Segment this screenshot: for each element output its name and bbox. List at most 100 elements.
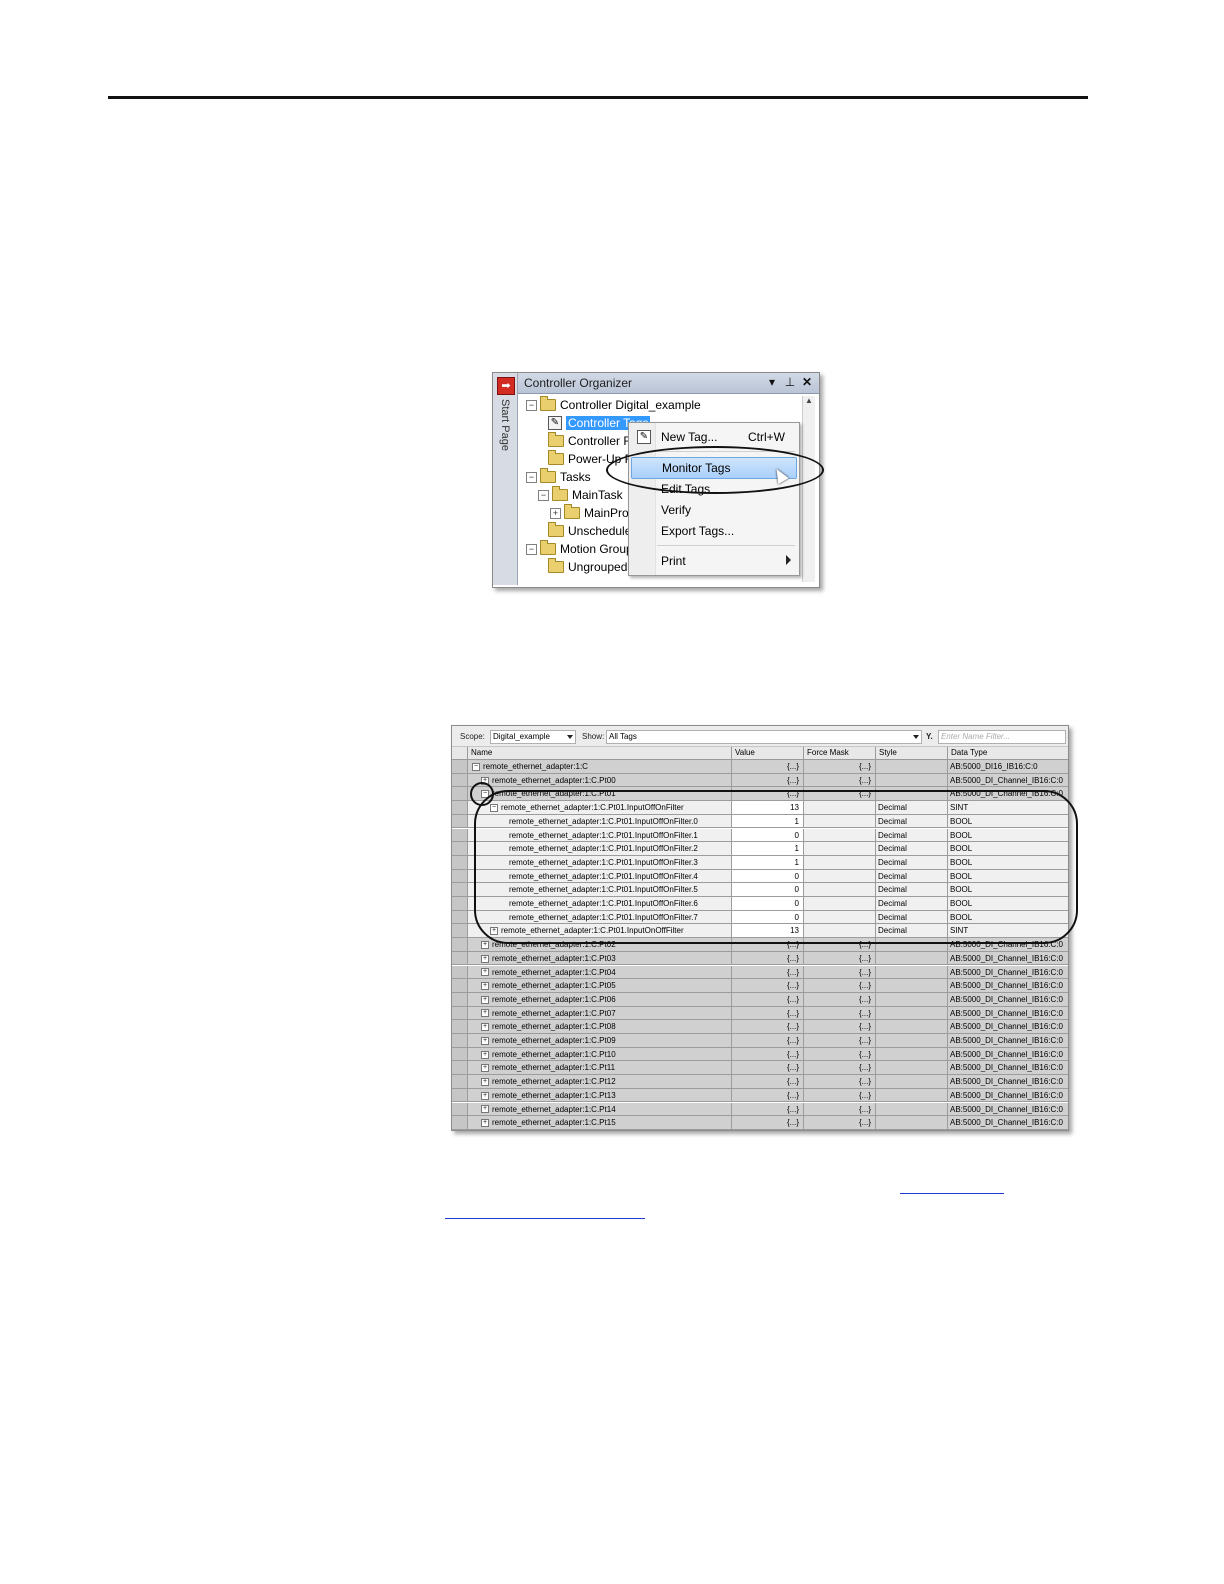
close-icon[interactable]: ✕: [800, 375, 814, 389]
row-selector[interactable]: [452, 951, 468, 965]
collapse-icon[interactable]: −: [472, 762, 480, 771]
tag-style-cell[interactable]: [876, 951, 948, 965]
row-selector[interactable]: [452, 1088, 468, 1102]
tree-item-ungrouped[interactable]: Ungrouped: [548, 558, 627, 576]
tree-item-motion-groups[interactable]: − Motion Groups: [526, 540, 639, 558]
table-row[interactable]: + remote_ethernet_adapter:1:C.Pt12 {...} {.…: [452, 1075, 1068, 1089]
name-filter-input[interactable]: Enter Name Filter...: [938, 730, 1066, 744]
tag-name-cell[interactable]: + remote_ethernet_adapter:1:C.Pt12: [468, 1075, 732, 1088]
expand-icon[interactable]: +: [481, 1009, 489, 1018]
tag-force-mask-cell[interactable]: {...}: [804, 1088, 876, 1102]
tag-style-cell[interactable]: [876, 1061, 948, 1075]
row-selector[interactable]: [452, 883, 468, 896]
row-selector[interactable]: [452, 787, 468, 801]
tag-name-cell[interactable]: + remote_ethernet_adapter:1:C.Pt03: [468, 951, 732, 965]
expand-icon[interactable]: +: [481, 1023, 489, 1032]
row-selector[interactable]: [452, 924, 468, 938]
menu-item-export-tags[interactable]: Export Tags...: [631, 521, 797, 541]
tag-force-mask-cell[interactable]: {...}: [804, 1061, 876, 1075]
tag-data-type-cell[interactable]: AB:5000_DI_Channel_IB16:C:0: [948, 952, 1068, 965]
table-row[interactable]: + remote_ethernet_adapter:1:C.Pt05 {...} {.…: [452, 979, 1068, 993]
expand-icon[interactable]: +: [481, 1036, 489, 1045]
tag-value-cell[interactable]: {...}: [732, 773, 804, 787]
tag-data-type-cell[interactable]: AB:5000_DI_Channel_IB16:C:0: [948, 1034, 1068, 1047]
table-row[interactable]: + remote_ethernet_adapter:1:C.Pt03 {...} {.…: [452, 951, 1068, 966]
row-selector[interactable]: [452, 979, 468, 992]
tag-style-cell[interactable]: [876, 1020, 948, 1033]
tag-name-cell[interactable]: + remote_ethernet_adapter:1:C.Pt08: [468, 1020, 732, 1033]
table-row[interactable]: + remote_ethernet_adapter:1:C.Pt07 {...} {.…: [452, 1006, 1068, 1021]
tag-style-cell[interactable]: [876, 965, 948, 979]
tag-style-cell[interactable]: [876, 760, 948, 773]
tag-style-cell[interactable]: [876, 1047, 948, 1061]
start-page-tab[interactable]: Start Page: [497, 397, 511, 453]
expand-icon[interactable]: +: [481, 1050, 489, 1059]
table-row[interactable]: + remote_ethernet_adapter:1:C.Pt14 {...} {.…: [452, 1102, 1068, 1117]
tag-data-type-cell[interactable]: AB:5000_DI_Channel_IB16:C:0: [948, 993, 1068, 1006]
tag-style-cell[interactable]: [876, 1034, 948, 1047]
tag-force-mask-cell[interactable]: {...}: [804, 1034, 876, 1047]
show-select[interactable]: All Tags: [606, 730, 922, 744]
expand-icon[interactable]: +: [481, 982, 489, 991]
tree-item-tasks[interactable]: − Tasks: [526, 468, 591, 486]
tag-data-type-cell[interactable]: AB:5000_DI_Channel_IB16:C:0: [948, 1116, 1068, 1129]
tag-style-cell[interactable]: [876, 1088, 948, 1102]
tag-value-cell[interactable]: {...}: [732, 1102, 804, 1116]
tag-data-type-cell[interactable]: AB:5000_DI_Channel_IB16:C:0: [948, 979, 1068, 992]
table-row[interactable]: + remote_ethernet_adapter:1:C.Pt06 {...} {.…: [452, 992, 1068, 1007]
filter-icon[interactable]: Y.: [926, 732, 933, 741]
tag-style-cell[interactable]: [876, 992, 948, 1006]
tag-style-cell[interactable]: [876, 1102, 948, 1116]
expand-icon[interactable]: +: [481, 940, 489, 949]
row-selector[interactable]: [452, 1034, 468, 1047]
scroll-up-icon[interactable]: ▲: [803, 396, 815, 408]
tag-style-cell[interactable]: [876, 979, 948, 992]
start-page-icon[interactable]: ➡: [497, 377, 515, 395]
table-row[interactable]: + remote_ethernet_adapter:1:C.Pt10 {...} {.…: [452, 1047, 1068, 1062]
row-selector[interactable]: [452, 1116, 468, 1129]
tag-force-mask-cell[interactable]: {...}: [804, 1006, 876, 1020]
row-selector[interactable]: [452, 828, 468, 842]
tag-force-mask-cell[interactable]: {...}: [804, 1102, 876, 1116]
row-selector[interactable]: [452, 814, 468, 828]
tag-name-cell[interactable]: + remote_ethernet_adapter:1:C.Pt04: [468, 965, 732, 979]
column-header-name[interactable]: Name: [468, 747, 732, 759]
tag-data-type-cell[interactable]: AB:5000_DI_Channel_IB16:C:0: [948, 1103, 1068, 1116]
table-row[interactable]: + remote_ethernet_adapter:1:C.Pt04 {...} {.…: [452, 965, 1068, 980]
tag-style-cell[interactable]: [876, 1006, 948, 1020]
tag-value-cell[interactable]: {...}: [732, 965, 804, 979]
hyperlink-underline[interactable]: [900, 1193, 1004, 1194]
dropdown-arrow-icon[interactable]: ▾: [765, 375, 779, 389]
row-selector[interactable]: [452, 992, 468, 1006]
row-selector[interactable]: [452, 773, 468, 787]
expand-icon[interactable]: +: [550, 507, 561, 519]
row-selector[interactable]: [452, 801, 468, 814]
row-selector[interactable]: [452, 965, 468, 979]
table-row[interactable]: + remote_ethernet_adapter:1:C.Pt00 {...} {.…: [452, 773, 1068, 788]
table-row[interactable]: − remote_ethernet_adapter:1:C {...} {...} AB…: [452, 760, 1068, 774]
tag-force-mask-cell[interactable]: {...}: [804, 1075, 876, 1088]
table-row[interactable]: + remote_ethernet_adapter:1:C.Pt11 {...} {.…: [452, 1061, 1068, 1076]
tag-name-cell[interactable]: + remote_ethernet_adapter:1:C.Pt15: [468, 1116, 732, 1129]
collapse-icon[interactable]: −: [526, 471, 537, 483]
tag-name-cell[interactable]: + remote_ethernet_adapter:1:C.Pt09: [468, 1034, 732, 1047]
tag-force-mask-cell[interactable]: {...}: [804, 773, 876, 787]
tag-style-cell[interactable]: [876, 773, 948, 787]
tag-name-cell[interactable]: + remote_ethernet_adapter:1:C.Pt07: [468, 1006, 732, 1020]
expand-icon[interactable]: +: [481, 1091, 489, 1100]
organizer-scrollbar[interactable]: ▲: [802, 396, 815, 582]
expand-icon[interactable]: +: [481, 1077, 489, 1086]
tag-force-mask-cell[interactable]: {...}: [804, 760, 876, 773]
tag-value-cell[interactable]: {...}: [732, 1006, 804, 1020]
table-row[interactable]: + remote_ethernet_adapter:1:C.Pt15 {...} {.…: [452, 1116, 1068, 1130]
tree-item-controller[interactable]: − Controller Digital_example: [526, 396, 701, 414]
tag-value-cell[interactable]: {...}: [732, 992, 804, 1006]
tag-data-type-cell[interactable]: AB:5000_DI_Channel_IB16:C:0: [948, 1089, 1068, 1102]
collapse-icon[interactable]: −: [538, 489, 549, 501]
tag-value-cell[interactable]: {...}: [732, 1075, 804, 1088]
row-selector[interactable]: [452, 1061, 468, 1075]
table-row[interactable]: + remote_ethernet_adapter:1:C.Pt09 {...} {.…: [452, 1034, 1068, 1048]
tree-item-controller-fault[interactable]: Controller F: [548, 432, 631, 450]
expand-icon[interactable]: +: [481, 995, 489, 1004]
pin-icon[interactable]: ⊥: [783, 375, 797, 389]
